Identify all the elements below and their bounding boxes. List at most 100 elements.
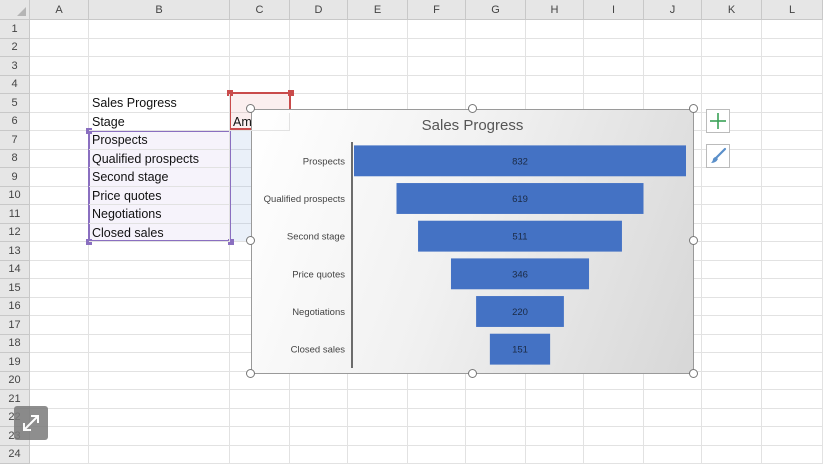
cell[interactable]: [408, 20, 466, 39]
cell[interactable]: Stage: [89, 113, 230, 132]
cell[interactable]: [762, 242, 823, 261]
column-header[interactable]: H: [526, 0, 584, 20]
row-header[interactable]: 19: [0, 353, 30, 372]
cell[interactable]: Closed sales: [89, 224, 230, 243]
chart-resize-handle-br[interactable]: [689, 369, 698, 378]
cell[interactable]: [408, 409, 466, 428]
data-label[interactable]: 832: [512, 156, 528, 167]
cell[interactable]: [702, 335, 762, 354]
cell[interactable]: [30, 335, 89, 354]
row-header[interactable]: 15: [0, 279, 30, 298]
category-label[interactable]: Prospects: [303, 156, 345, 167]
row-header[interactable]: 2: [0, 39, 30, 58]
cell[interactable]: [348, 20, 408, 39]
cell[interactable]: [762, 427, 823, 446]
cell[interactable]: [30, 20, 89, 39]
cell[interactable]: [30, 372, 89, 391]
cell[interactable]: [644, 57, 702, 76]
chart-resize-handle-tr[interactable]: [689, 104, 698, 113]
cell[interactable]: [702, 427, 762, 446]
cell[interactable]: [584, 57, 644, 76]
cell[interactable]: [762, 150, 823, 169]
cell[interactable]: [762, 76, 823, 95]
cell[interactable]: [762, 390, 823, 409]
cell[interactable]: [584, 427, 644, 446]
column-header[interactable]: I: [584, 0, 644, 20]
chart-styles-button[interactable]: [706, 144, 730, 168]
row-header[interactable]: 9: [0, 168, 30, 187]
chart-resize-handle-ml[interactable]: [246, 236, 255, 245]
cell[interactable]: [702, 205, 762, 224]
cell[interactable]: Am: [230, 113, 290, 132]
cell[interactable]: [230, 20, 290, 39]
cell[interactable]: [290, 409, 348, 428]
range-handle[interactable]: [288, 90, 294, 96]
cell[interactable]: [408, 372, 466, 391]
cell[interactable]: [584, 372, 644, 391]
cell[interactable]: [30, 131, 89, 150]
cell[interactable]: [290, 427, 348, 446]
cell[interactable]: [89, 57, 230, 76]
select-all-corner[interactable]: [0, 0, 30, 20]
row-header[interactable]: 20: [0, 372, 30, 391]
cell[interactable]: [702, 390, 762, 409]
column-header[interactable]: B: [89, 0, 230, 20]
category-label[interactable]: Qualified prospects: [264, 194, 346, 205]
cell[interactable]: [762, 409, 823, 428]
column-header[interactable]: C: [230, 0, 290, 20]
chart-resize-handle-bc[interactable]: [468, 369, 477, 378]
cell[interactable]: [762, 353, 823, 372]
row-header[interactable]: 13: [0, 242, 30, 261]
column-header[interactable]: K: [702, 0, 762, 20]
cell[interactable]: [89, 335, 230, 354]
cell[interactable]: [466, 409, 526, 428]
row-header[interactable]: 24: [0, 446, 30, 464]
chart-resize-handle-tc[interactable]: [468, 104, 477, 113]
cell[interactable]: [30, 150, 89, 169]
cell[interactable]: [30, 242, 89, 261]
cell[interactable]: [30, 94, 89, 113]
row-header[interactable]: 5: [0, 94, 30, 113]
cell[interactable]: [466, 57, 526, 76]
cell[interactable]: [526, 57, 584, 76]
cell[interactable]: [89, 409, 230, 428]
cell[interactable]: [89, 76, 230, 95]
cell[interactable]: [466, 76, 526, 95]
cell[interactable]: [89, 298, 230, 317]
cell[interactable]: [408, 76, 466, 95]
cell[interactable]: [30, 57, 89, 76]
cell[interactable]: [30, 298, 89, 317]
cell[interactable]: [30, 316, 89, 335]
column-header[interactable]: D: [290, 0, 348, 20]
cell[interactable]: [290, 39, 348, 58]
cell[interactable]: [526, 446, 584, 464]
cell[interactable]: [702, 353, 762, 372]
cell[interactable]: [526, 39, 584, 58]
cell[interactable]: [762, 168, 823, 187]
chart-resize-handle-mr[interactable]: [689, 236, 698, 245]
cell[interactable]: [89, 20, 230, 39]
cell[interactable]: [702, 76, 762, 95]
cell[interactable]: [89, 316, 230, 335]
row-header[interactable]: 17: [0, 316, 30, 335]
cell[interactable]: [762, 279, 823, 298]
column-header[interactable]: G: [466, 0, 526, 20]
cell[interactable]: [408, 427, 466, 446]
cell[interactable]: [348, 57, 408, 76]
data-label[interactable]: 220: [512, 307, 528, 318]
cell[interactable]: [30, 279, 89, 298]
cell[interactable]: [762, 187, 823, 206]
cell[interactable]: [30, 39, 89, 58]
cell[interactable]: [230, 39, 290, 58]
cell[interactable]: [230, 446, 290, 464]
cell[interactable]: [762, 298, 823, 317]
data-label[interactable]: 511: [512, 232, 527, 243]
cell[interactable]: [702, 20, 762, 39]
cell[interactable]: [526, 76, 584, 95]
category-label[interactable]: Negotiations: [292, 307, 345, 318]
cell[interactable]: [30, 187, 89, 206]
cell[interactable]: [89, 261, 230, 280]
expand-button[interactable]: [14, 406, 48, 440]
cell[interactable]: Sales Progress: [89, 94, 230, 113]
column-header[interactable]: F: [408, 0, 466, 20]
